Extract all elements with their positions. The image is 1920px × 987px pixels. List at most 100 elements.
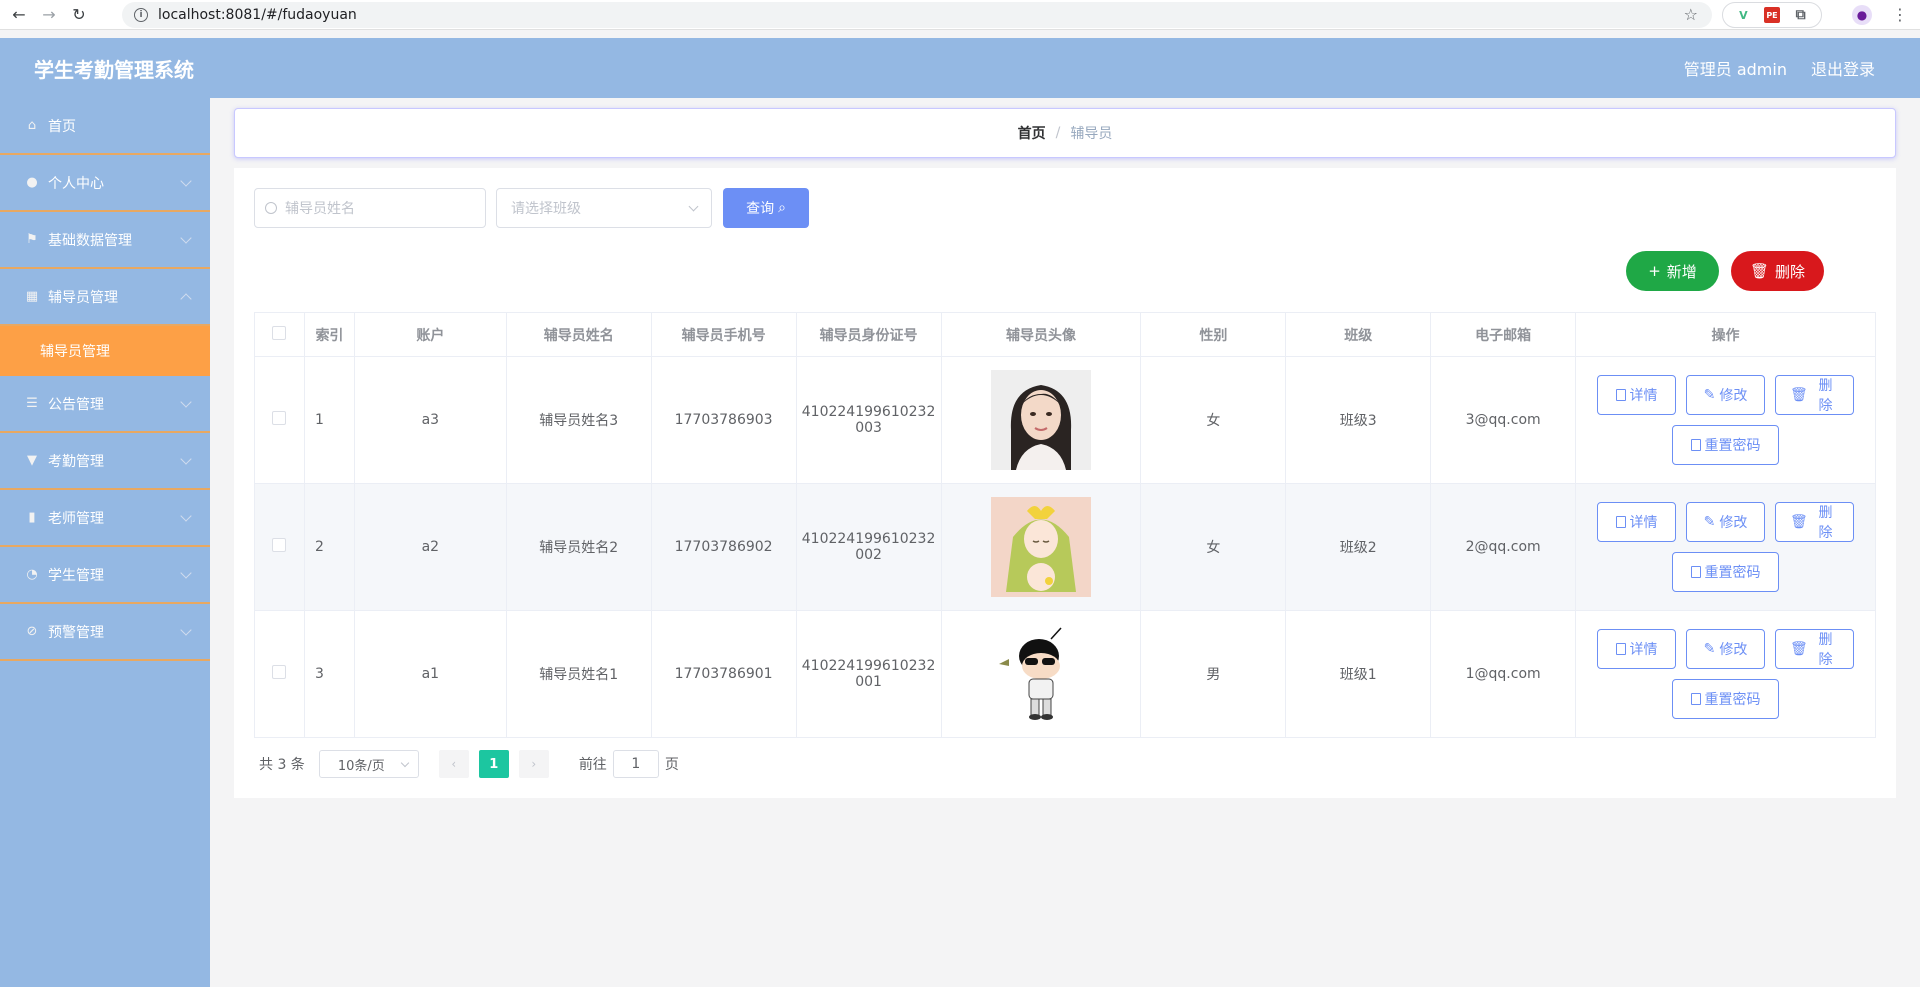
reset-password-label: 重置密码: [1704, 692, 1761, 708]
id-line: 410224199610232: [801, 658, 936, 674]
name-cell: 辅导员姓名2: [505, 483, 652, 611]
goto-suffix: 页: [664, 757, 679, 773]
sidebar-item-teacher[interactable]: ▮ 老师管理: [0, 490, 210, 547]
detail-button[interactable]: 详情: [1597, 375, 1677, 415]
total-count: 共 3 条: [259, 757, 305, 773]
row-checkbox[interactable]: [272, 411, 287, 425]
column-header: 辅导员身份证号: [795, 312, 942, 357]
goto-page-input[interactable]: 1: [612, 750, 659, 778]
operations-cell: 详情 ✎ 修改 🗑 删除 重置密码: [1575, 610, 1876, 738]
admin-user-label[interactable]: 管理员 admin: [1684, 56, 1787, 80]
column-header: 辅导员姓名: [505, 312, 652, 357]
delete-button[interactable]: 🗑 删除: [1775, 629, 1855, 669]
table-row: 2 a2 辅导员姓名2 17703786902 410224199610232 …: [254, 483, 1876, 611]
sidebar-item-personal-center[interactable]: ● 个人中心: [0, 155, 210, 212]
avatar-cell: [940, 610, 1142, 738]
avatar[interactable]: [991, 370, 1091, 470]
add-button[interactable]: + 新增: [1626, 251, 1719, 291]
counselor-name-search-input[interactable]: 辅导员姓名: [254, 188, 486, 228]
chevron-down-icon: [400, 758, 410, 768]
next-page-button[interactable]: ›: [518, 750, 549, 778]
id-card-cell: 410224199610232 003: [795, 356, 942, 484]
bookmark-star-icon[interactable]: ☆: [1684, 5, 1698, 24]
document-icon: [1615, 389, 1626, 401]
detail-button[interactable]: 详情: [1597, 629, 1677, 669]
trash-icon: 🗑: [1790, 514, 1808, 530]
column-header: 操作: [1575, 312, 1876, 357]
edit-label: 修改: [1719, 388, 1748, 404]
chevron-down-icon: [180, 453, 192, 465]
detail-button[interactable]: 详情: [1597, 502, 1677, 542]
reset-password-button[interactable]: 重置密码: [1672, 425, 1780, 465]
chart-icon: ▦: [25, 289, 39, 304]
avatar-cell: [940, 483, 1142, 611]
delete-button[interactable]: 🗑 删除: [1775, 375, 1855, 415]
delete-button[interactable]: 🗑 删除: [1775, 502, 1855, 542]
email-cell: 3@qq.com: [1430, 356, 1577, 484]
chevron-down-icon: [180, 232, 192, 244]
account-cell: a1: [353, 610, 507, 738]
edit-button[interactable]: ✎ 修改: [1686, 502, 1766, 542]
avatar[interactable]: [991, 624, 1091, 724]
avatar[interactable]: [991, 497, 1091, 597]
sidebar-subitem-counselor-management[interactable]: 辅导员管理: [0, 326, 210, 376]
home-icon: ⌂: [27, 118, 37, 133]
query-button[interactable]: 查询 ⌕: [723, 188, 809, 228]
url-text: localhost:8081/#/fudaoyuan: [158, 7, 357, 23]
sidebar-item-home[interactable]: ⌂ 首页: [0, 98, 210, 155]
edit-button[interactable]: ✎ 修改: [1686, 375, 1766, 415]
breadcrumb-home[interactable]: 首页: [1018, 123, 1046, 143]
reset-password-button[interactable]: 重置密码: [1672, 679, 1780, 719]
reset-password-button[interactable]: 重置密码: [1672, 552, 1780, 592]
vue-devtools-icon[interactable]: V: [1735, 7, 1751, 23]
prev-page-button[interactable]: ‹: [438, 750, 469, 778]
row-select-cell[interactable]: [254, 483, 305, 611]
sidebar-item-warning[interactable]: ⊘ 预警管理: [0, 604, 210, 661]
extensions-puzzle-icon[interactable]: ⧉: [1793, 7, 1809, 23]
sidebar-item-label: 基础数据管理: [48, 232, 132, 249]
batch-delete-button[interactable]: 🗑 删除: [1731, 251, 1824, 291]
sidebar-item-student[interactable]: ◔ 学生管理: [0, 547, 210, 604]
breadcrumb-separator: /: [1055, 125, 1061, 141]
delete-label: 删除: [1818, 505, 1833, 541]
back-icon[interactable]: ←: [8, 4, 30, 26]
select-all-cell[interactable]: [254, 312, 305, 357]
index-cell: 1: [303, 356, 355, 484]
name-cell: 辅导员姓名3: [505, 356, 652, 484]
column-header: 电子邮箱: [1430, 312, 1577, 357]
select-all-checkbox[interactable]: [272, 325, 287, 340]
edit-pen-icon: ✎: [1703, 514, 1716, 530]
row-checkbox[interactable]: [272, 538, 287, 552]
sidebar-item-label: 辅导员管理: [48, 289, 118, 306]
sidebar-item-counselor-management[interactable]: ▦ 辅导员管理: [0, 269, 210, 326]
reload-icon[interactable]: ↻: [68, 4, 90, 26]
current-page-button[interactable]: 1: [478, 750, 509, 778]
address-bar[interactable]: i localhost:8081/#/fudaoyuan ☆: [122, 2, 1712, 28]
chevron-down-icon: [180, 175, 192, 187]
page-size-select[interactable]: 10条/页: [318, 750, 419, 778]
flag-icon: ⚑: [26, 232, 38, 247]
gender-cell: 女: [1140, 356, 1287, 484]
phone-cell: 17703786901: [650, 610, 797, 738]
main-content-card: 辅导员姓名 请选择班级 查询 ⌕ + 新增 🗑 删除 索引 账户 辅导员姓名 辅…: [234, 168, 1896, 798]
row-select-cell[interactable]: [254, 356, 305, 484]
site-info-icon[interactable]: i: [134, 8, 148, 22]
row-checkbox[interactable]: [272, 665, 287, 679]
sidebar-item-basic-data[interactable]: ⚑ 基础数据管理: [0, 212, 210, 269]
index-cell: 2: [303, 483, 355, 611]
trash-icon: 🗑: [1749, 262, 1770, 280]
account-cell: a2: [353, 483, 507, 611]
row-select-cell[interactable]: [254, 610, 305, 738]
document-icon: [1690, 566, 1701, 578]
avatar-cell: [940, 356, 1142, 484]
browser-menu-icon[interactable]: ⋮: [1892, 5, 1908, 24]
forward-icon[interactable]: →: [38, 4, 60, 26]
sidebar-item-notice[interactable]: ☰ 公告管理: [0, 376, 210, 433]
edit-button[interactable]: ✎ 修改: [1686, 629, 1766, 669]
page-size-value: 10条/页: [337, 758, 385, 774]
class-select[interactable]: 请选择班级: [496, 188, 712, 228]
sidebar-item-attendance[interactable]: ▼ 考勤管理: [0, 433, 210, 490]
profile-avatar-icon[interactable]: ●: [1852, 5, 1872, 25]
logout-link[interactable]: 退出登录: [1811, 56, 1875, 80]
extension-red-icon[interactable]: PE: [1763, 7, 1780, 23]
